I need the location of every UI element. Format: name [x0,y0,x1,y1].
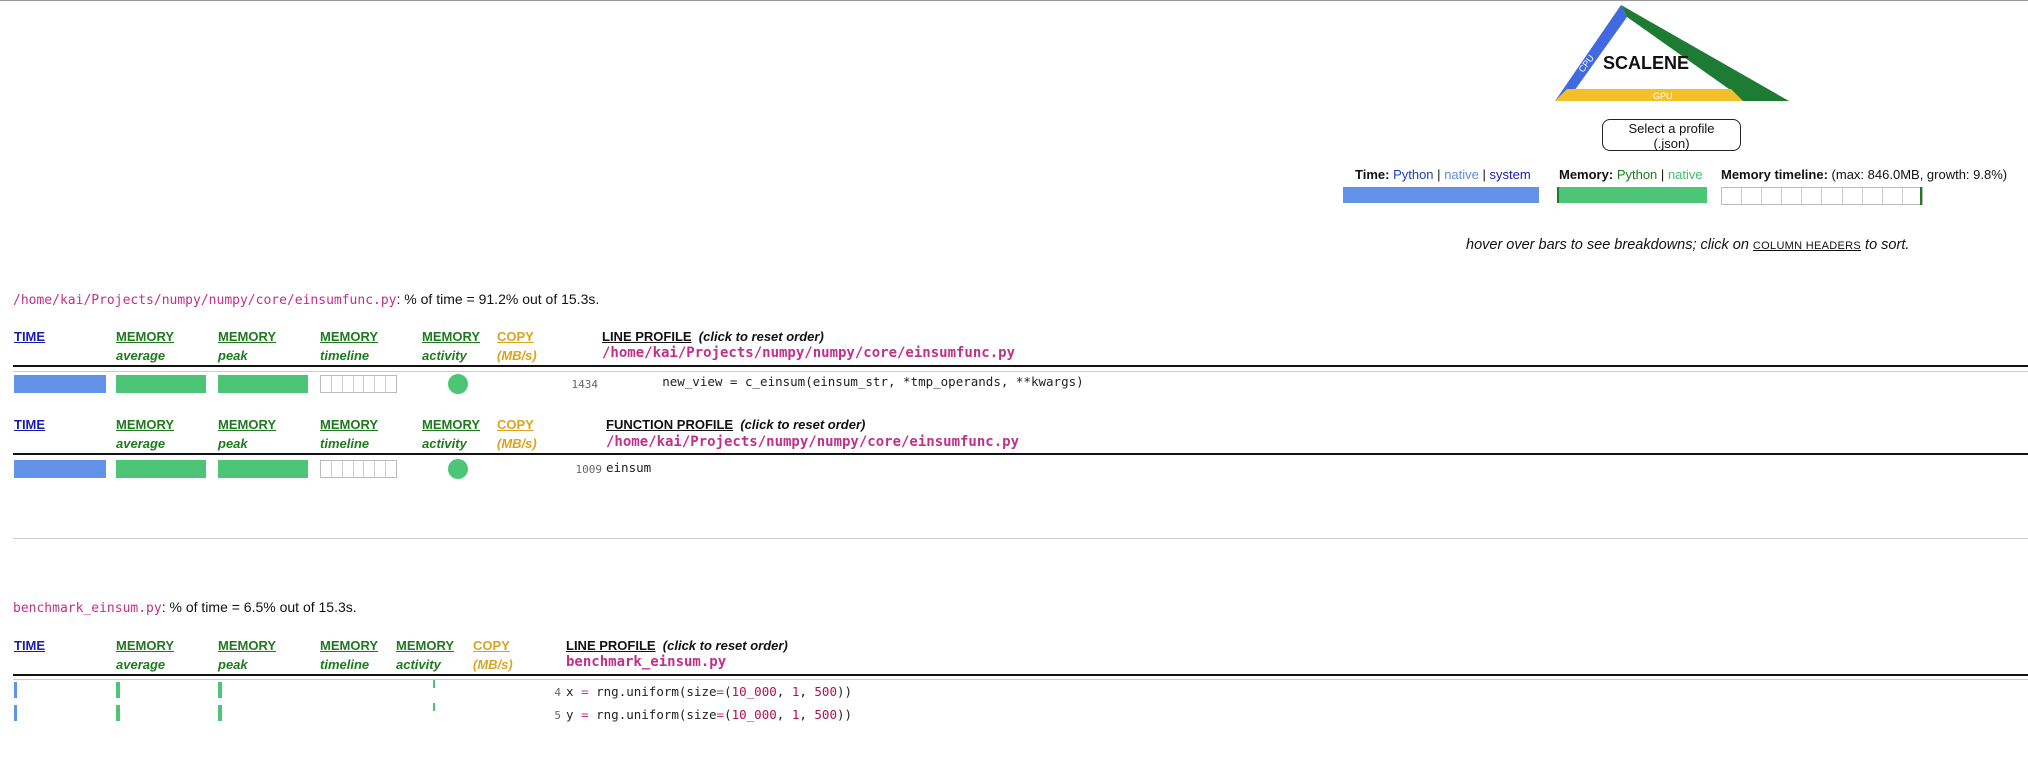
svg-text:GPU: GPU [1653,91,1673,101]
memory-activity-tick[interactable] [433,680,435,688]
row-separator [13,679,2028,680]
activity-subheader: activity [422,348,467,363]
function-profile-title[interactable]: FUNCTION PROFILE (click to reset order) [606,417,865,432]
time-bar[interactable] [14,375,106,393]
function-name: einsum [606,460,652,475]
line-number: 5 [554,709,561,722]
memory-timeline-spark[interactable] [320,460,397,478]
file-summary: /home/kai/Projects/numpy/numpy/core/eins… [13,291,600,308]
row-separator [13,371,2028,372]
memory-timeline-header[interactable]: MEMORY [320,417,378,432]
activity-subheader: activity [422,436,467,451]
memory-average-header[interactable]: MEMORY [116,417,174,432]
memory-timeline-chart[interactable] [1721,187,1923,205]
activity-subheader: activity [396,657,441,672]
memory-peak-bar[interactable] [218,705,222,721]
source-line: x = rng.uniform(size=(10_000, 1, 500)) [566,684,853,699]
average-subheader: average [116,348,166,363]
memory-peak-header[interactable]: MEMORY [218,329,276,344]
header-rule [13,453,2028,455]
memory-peak-bar[interactable] [218,460,308,478]
line-number: 4 [554,686,561,699]
copy-header[interactable]: COPY [497,417,534,432]
header-rule [13,674,2028,676]
mbs-subheader: (MB/s) [473,657,513,672]
memory-peak-bar[interactable] [218,682,222,698]
memory-peak-header[interactable]: MEMORY [218,417,276,432]
header-rule [13,365,2028,367]
memory-average-bar[interactable] [116,705,120,721]
function-profile-filename: /home/kai/Projects/numpy/numpy/core/eins… [606,434,1020,450]
timeline-subheader: timeline [320,348,370,363]
memory-activity-pie[interactable] [448,374,468,394]
memory-timeline-header[interactable]: MEMORY [320,638,378,653]
average-subheader: average [116,436,166,451]
memory-activity-header[interactable]: MEMORY [422,329,480,344]
timeline-marker [1920,187,1922,205]
time-summary-bar[interactable] [1343,187,1539,203]
time-column-header[interactable]: TIME [14,638,45,653]
line-profile-title[interactable]: LINE PROFILE (click to reset order) [566,638,788,653]
memory-activity-tick[interactable] [433,703,435,711]
line-profile-title[interactable]: LINE PROFILE (click to reset order) [602,329,824,344]
scalene-logo: CPU MEMORY GPU SCALENE [1555,5,1789,101]
memory-legend: Memory: Python | native [1559,167,1703,182]
line-profile-filename: /home/kai/Projects/numpy/numpy/core/eins… [602,345,1016,361]
peak-subheader: peak [218,436,248,451]
timeline-subheader: timeline [320,436,370,451]
time-legend: Time: Python | native | system [1355,167,1531,182]
time-column-header[interactable]: TIME [14,417,45,432]
copy-header[interactable]: COPY [497,329,534,344]
peak-subheader: peak [218,657,248,672]
svg-text:SCALENE: SCALENE [1603,53,1689,73]
memory-timeline-header[interactable]: MEMORY [320,329,378,344]
memory-average-bar[interactable] [116,375,206,393]
memory-peak-header[interactable]: MEMORY [218,638,276,653]
time-column-header[interactable]: TIME [14,329,45,344]
select-profile-button[interactable]: Select a profile (.json) [1602,119,1741,151]
line-number: 1009 [575,463,603,476]
memory-average-header[interactable]: MEMORY [116,329,174,344]
line-profile-filename: benchmark_einsum.py [566,654,727,670]
file-divider [13,538,2028,539]
memory-summary-bar[interactable] [1557,187,1707,203]
memory-average-header[interactable]: MEMORY [116,638,174,653]
mbs-subheader: (MB/s) [497,436,537,451]
line-number: 1434 [571,378,599,391]
time-bar[interactable] [14,682,17,698]
memory-activity-header[interactable]: MEMORY [422,417,480,432]
memory-average-bar[interactable] [116,682,120,698]
source-line: new_view = c_einsum(einsum_str, *tmp_ope… [602,374,1084,389]
average-subheader: average [116,657,166,672]
memory-activity-pie[interactable] [448,459,468,479]
memory-activity-header[interactable]: MEMORY [396,638,454,653]
file-summary: benchmark_einsum.py: % of time = 6.5% ou… [13,599,357,616]
copy-header[interactable]: COPY [473,638,510,653]
memory-peak-bar[interactable] [218,375,308,393]
column-headers-link: COLUMN HEADERS [1752,240,1862,252]
memory-average-bar[interactable] [116,460,206,478]
mbs-subheader: (MB/s) [497,348,537,363]
source-line: y = rng.uniform(size=(10_000, 1, 500)) [566,707,853,722]
time-bar[interactable] [14,460,106,478]
memory-timeline-legend: Memory timeline: (max: 846.0MB, growth: … [1721,167,2008,182]
sort-hint: hover over bars to see breakdowns; click… [1466,237,1910,253]
timeline-subheader: timeline [320,657,370,672]
peak-subheader: peak [218,348,248,363]
memory-timeline-spark[interactable] [320,375,397,393]
time-bar[interactable] [14,705,17,721]
